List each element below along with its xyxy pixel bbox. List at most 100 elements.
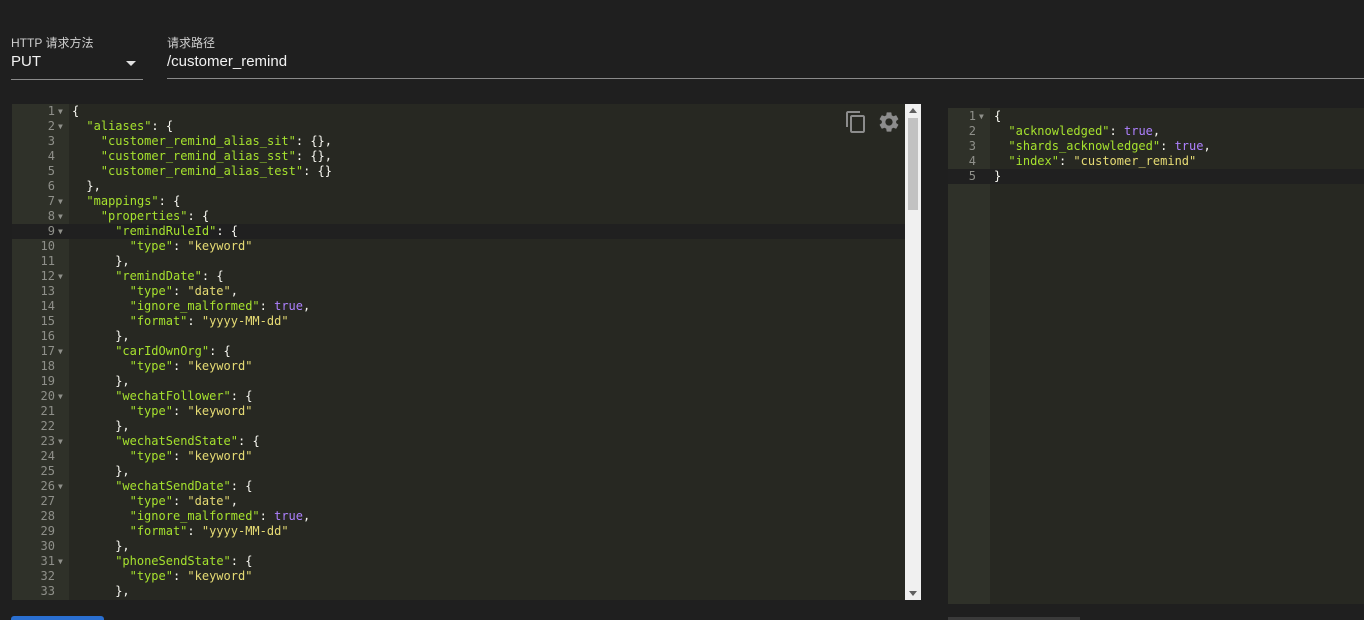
code-token: "remindRuleId": [115, 224, 217, 238]
code-line[interactable]: 1 ▼ {: [12, 104, 905, 119]
code-line[interactable]: 1 ▼ {: [948, 109, 1364, 124]
line-number: 5: [47, 164, 55, 178]
code-line[interactable]: 2 ▼ "aliases": {: [12, 119, 905, 134]
code-line[interactable]: 17 ▼ "carIdOwnOrg": {: [12, 344, 905, 359]
fold-toggle-icon[interactable]: ▼: [58, 269, 63, 284]
line-number: 17: [40, 344, 55, 358]
code-token: "carIdOwnOrg": [115, 344, 210, 358]
line-number: 32: [40, 569, 55, 583]
send-button[interactable]: [11, 616, 104, 620]
code-line[interactable]: 26 ▼ "wechatSendDate": {: [12, 479, 905, 494]
code-line[interactable]: 20 ▼ "wechatFollower": {: [12, 389, 905, 404]
code-token: true: [1174, 139, 1204, 153]
code-token: : {: [201, 269, 224, 283]
code-text: "remindDate": {: [115, 269, 223, 284]
code-text: "aliases": {: [86, 119, 173, 134]
code-line[interactable]: 25},: [12, 464, 905, 479]
code-token: : {: [230, 479, 253, 493]
code-line[interactable]: 5}: [948, 169, 1364, 184]
line-number: 16: [40, 329, 55, 343]
fold-toggle-icon[interactable]: ▼: [58, 104, 63, 119]
code-line[interactable]: 12 ▼ "remindDate": {: [12, 269, 905, 284]
fold-toggle-icon[interactable]: ▼: [58, 194, 63, 209]
code-token: :: [172, 569, 188, 583]
vertical-scrollbar[interactable]: [905, 104, 921, 600]
scroll-up-icon[interactable]: [909, 108, 917, 113]
copy-icon[interactable]: [844, 110, 868, 134]
fold-toggle-icon[interactable]: ▼: [979, 109, 984, 124]
code-line[interactable]: 9 ▼ "remindRuleId": {: [12, 224, 905, 239]
code-token: {: [994, 109, 1002, 123]
code-text: },: [115, 419, 129, 434]
request-path-input[interactable]: /customer_remind: [167, 48, 1364, 79]
code-token: "keyword": [187, 359, 253, 373]
code-line[interactable]: 18 "type": "keyword": [12, 359, 905, 374]
code-line[interactable]: 7 ▼ "mappings": {: [12, 194, 905, 209]
code-line[interactable]: 32 "type": "keyword": [12, 569, 905, 584]
fold-toggle-icon[interactable]: ▼: [58, 389, 63, 404]
gear-icon[interactable]: [877, 110, 901, 134]
code-token: "format": [129, 314, 188, 328]
fold-toggle-icon[interactable]: ▼: [58, 209, 63, 224]
code-token: ,: [303, 299, 311, 313]
code-line[interactable]: 15 "format": "yyyy-MM-dd": [12, 314, 905, 329]
code-line[interactable]: 23 ▼ "wechatSendState": {: [12, 434, 905, 449]
code-line[interactable]: 4 "index": "customer_remind": [948, 154, 1364, 169]
code-line[interactable]: 29 "format": "yyyy-MM-dd": [12, 524, 905, 539]
fold-toggle-icon[interactable]: ▼: [58, 479, 63, 494]
code-line[interactable]: 28 "ignore_malformed": true,: [12, 509, 905, 524]
scroll-down-icon[interactable]: [909, 591, 917, 596]
code-line[interactable]: 3 "customer_remind_alias_sit": {},: [12, 134, 905, 149]
code-line[interactable]: 2 "acknowledged": true,: [948, 124, 1364, 139]
code-token: },: [115, 374, 130, 388]
code-line[interactable]: 10 "type": "keyword": [12, 239, 905, 254]
code-line[interactable]: 30},: [12, 539, 905, 554]
code-text: "remindRuleId": {: [115, 224, 238, 239]
code-line[interactable]: 6},: [12, 179, 905, 194]
code-line[interactable]: 8 ▼ "properties": {: [12, 209, 905, 224]
request-body-editor[interactable]: 1 ▼{2 ▼ "aliases": {3 "customer_remind_alias…: [12, 104, 921, 600]
line-number: 5: [968, 169, 976, 183]
code-line[interactable]: 11},: [12, 254, 905, 269]
fold-toggle-icon[interactable]: ▼: [58, 344, 63, 359]
fold-toggle-icon[interactable]: ▼: [58, 554, 63, 569]
line-number: 31: [40, 554, 55, 568]
fold-toggle-icon[interactable]: ▼: [58, 119, 63, 134]
code-token: "format": [129, 524, 188, 538]
code-line[interactable]: 13 "type": "date",: [12, 284, 905, 299]
code-line[interactable]: 31 ▼ "phoneSendState": {: [12, 554, 905, 569]
code-line[interactable]: 16},: [12, 329, 905, 344]
code-token: "customer_remind_alias_test": [100, 164, 304, 178]
code-line[interactable]: 14 "ignore_malformed": true,: [12, 299, 905, 314]
code-line[interactable]: 33},: [12, 584, 905, 599]
line-number: 19: [40, 374, 55, 388]
code-line[interactable]: 4 "customer_remind_alias_sst": {},: [12, 149, 905, 164]
response-body-editor[interactable]: 1 ▼ {2 "acknowledged": true, 3 "shards_acknow…: [948, 108, 1364, 604]
code-line[interactable]: 24 "type": "keyword": [12, 449, 905, 464]
code-token: :: [259, 509, 275, 523]
code-token: true: [1124, 124, 1153, 138]
line-number: 33: [40, 584, 55, 598]
code-text: "type": "keyword": [130, 449, 253, 464]
code-token: "ignore_malformed": [129, 509, 260, 523]
code-line[interactable]: 19},: [12, 374, 905, 389]
code-line[interactable]: 5 "customer_remind_alias_test": {}: [12, 164, 905, 179]
code-line[interactable]: 3 "shards_acknowledged": true,: [948, 139, 1364, 154]
code-line[interactable]: 27 "type": "date",: [12, 494, 905, 509]
code-token: },: [115, 329, 130, 343]
fold-toggle-icon[interactable]: ▼: [58, 224, 63, 239]
code-token: "wechatFollower": [115, 389, 231, 403]
line-number: 10: [40, 239, 55, 253]
code-line[interactable]: 22},: [12, 419, 905, 434]
code-text: "shards_acknowledged": true,: [1008, 139, 1210, 154]
line-number: 12: [40, 269, 55, 283]
fold-toggle-icon[interactable]: ▼: [58, 434, 63, 449]
http-method-select[interactable]: PUT: [11, 48, 143, 80]
code-token: : {},: [295, 134, 332, 148]
scrollbar-thumb[interactable]: [908, 118, 918, 210]
code-token: "ignore_malformed": [129, 299, 260, 313]
code-token: :: [187, 314, 202, 328]
code-token: :: [1058, 154, 1074, 168]
code-token: : {},: [295, 149, 332, 163]
code-line[interactable]: 21 "type": "keyword": [12, 404, 905, 419]
